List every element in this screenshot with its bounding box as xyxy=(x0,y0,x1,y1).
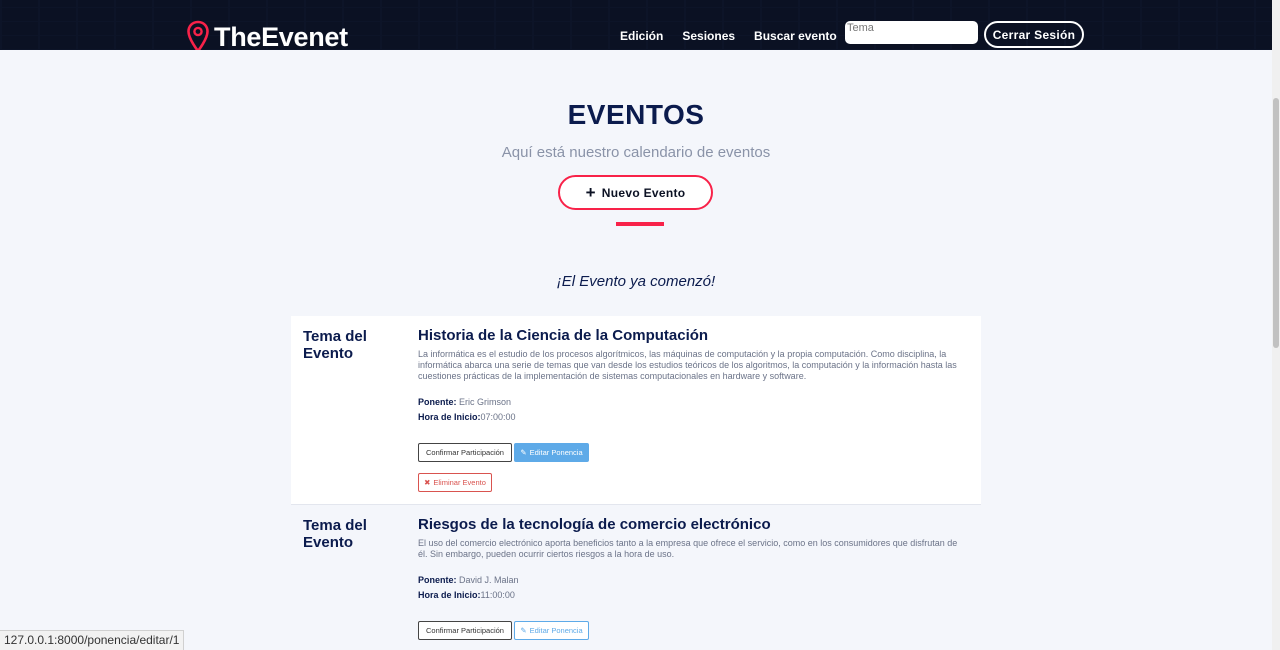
logout-button[interactable]: Cerrar Sesión xyxy=(984,21,1084,48)
search-input[interactable] xyxy=(845,21,978,44)
event-card: Tema del Evento Riesgos de la tecnología… xyxy=(291,505,981,650)
pencil-icon: ✎ xyxy=(520,626,527,635)
event-started-heading: ¡El Evento ya comenzó! xyxy=(556,273,716,290)
page-title: EVENTOS xyxy=(567,99,705,130)
start-time-value: 07:00:00 xyxy=(480,412,516,422)
event-title: Historia de la Ciencia de la Computación xyxy=(418,327,709,344)
event-theme-label: Tema del Evento xyxy=(303,328,367,362)
event-speaker: Ponente: David J. Malan xyxy=(418,575,519,585)
page-scrollbar[interactable] xyxy=(1272,0,1280,650)
event-title: Riesgos de la tecnología de comercio ele… xyxy=(418,516,771,533)
speaker-label: Ponente: xyxy=(418,397,457,407)
plus-icon: + xyxy=(585,183,596,202)
event-description: La informática es el estudio de los proc… xyxy=(418,349,957,381)
edit-talk-button[interactable]: ✎ Editar Ponencia xyxy=(514,621,589,640)
event-start-time: Hora de Inicio:11:00:00 xyxy=(418,590,515,600)
event-card: Tema del Evento Historia de la Ciencia d… xyxy=(291,316,981,505)
site-logo[interactable]: TheEvenet xyxy=(186,20,348,50)
map-pin-icon xyxy=(187,20,209,50)
browser-status-url: 127.0.0.1:8000/ponencia/editar/1 xyxy=(0,630,185,650)
top-navbar: TheEvenet Edición Sesiones Buscar evento… xyxy=(0,0,1272,50)
event-start-time: Hora de Inicio:07:00:00 xyxy=(418,412,516,422)
speaker-name: David J. Malan xyxy=(459,575,519,585)
main-nav: Edición Sesiones Buscar evento xyxy=(620,21,856,50)
new-event-label: Nuevo Evento xyxy=(601,185,686,200)
start-time-label: Hora de Inicio: xyxy=(418,590,481,600)
confirm-participation-button[interactable]: Confirmar Participación xyxy=(418,443,512,462)
pencil-icon: ✎ xyxy=(520,448,527,457)
delete-event-button[interactable]: ✖ Eliminar Evento xyxy=(418,473,492,492)
edit-talk-button[interactable]: ✎ Editar Ponencia xyxy=(514,443,589,462)
event-theme-label: Tema del Evento xyxy=(303,517,367,551)
close-icon: ✖ xyxy=(424,478,431,487)
start-time-label: Hora de Inicio: xyxy=(418,412,481,422)
speaker-label: Ponente: xyxy=(418,575,457,585)
page-subtitle: Aquí está nuestro calendario de eventos xyxy=(501,144,771,161)
edit-talk-label: Editar Ponencia xyxy=(529,448,583,457)
confirm-participation-button[interactable]: Confirmar Participación xyxy=(418,621,512,640)
speaker-name: Eric Grimson xyxy=(459,397,512,407)
event-description: El uso del comercio electrónico aporta b… xyxy=(418,538,958,559)
event-speaker: Ponente: Eric Grimson xyxy=(418,397,511,407)
logo-text: TheEvenet xyxy=(214,21,348,51)
section-divider xyxy=(616,222,664,226)
nav-sesiones[interactable]: Sesiones xyxy=(682,21,735,50)
scrollbar-thumb[interactable] xyxy=(1273,98,1279,348)
start-time-value: 11:00:00 xyxy=(480,590,515,600)
edit-talk-label: Editar Ponencia xyxy=(529,626,583,635)
nav-buscar-evento[interactable]: Buscar evento xyxy=(754,21,837,50)
new-event-button[interactable]: + Nuevo Evento xyxy=(558,175,713,210)
nav-edicion[interactable]: Edición xyxy=(620,21,663,50)
delete-event-label: Eliminar Evento xyxy=(433,478,486,487)
